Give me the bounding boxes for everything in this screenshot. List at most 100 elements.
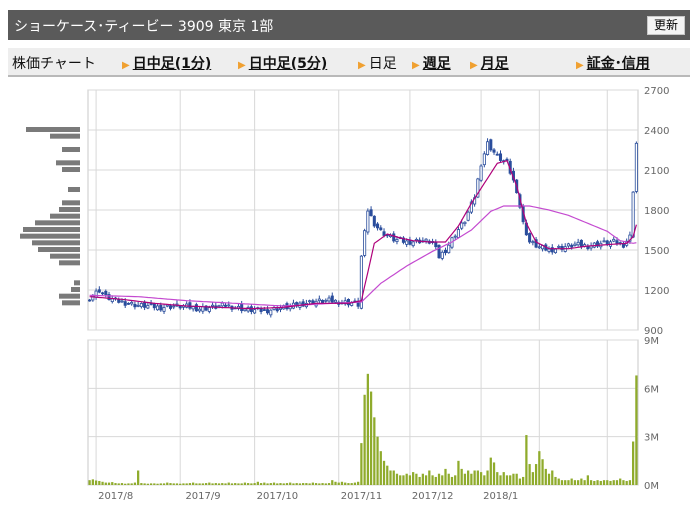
price-candle	[123, 301, 127, 306]
volume-profile-bar	[50, 253, 80, 259]
volume-bar	[373, 417, 376, 485]
volume-bar	[415, 473, 418, 485]
volume-bar	[560, 480, 564, 485]
price-candle	[456, 229, 460, 238]
price-candle	[201, 306, 205, 312]
volume-bar	[457, 460, 460, 485]
volume-bar	[172, 483, 175, 485]
volume-bar	[120, 483, 124, 485]
price-candle	[447, 244, 451, 254]
price-candle	[133, 303, 137, 308]
volume-bar	[615, 480, 619, 485]
volume-bar	[250, 483, 253, 485]
volume-bar	[538, 451, 541, 485]
volume-bar	[143, 483, 146, 485]
volume-bar	[318, 483, 321, 485]
price-candle	[149, 303, 153, 305]
volume-bar	[357, 481, 360, 485]
volume-bar	[156, 483, 159, 485]
volume-bar	[450, 476, 454, 485]
volume-profile-bar	[56, 160, 80, 166]
volume-bar	[234, 483, 237, 485]
date-tick-label: 2017/10	[257, 491, 299, 502]
price-candle	[327, 297, 331, 302]
volume-bar	[107, 482, 111, 485]
volume-bar	[314, 483, 318, 485]
volume-bar	[198, 483, 201, 485]
price-candle	[486, 141, 490, 155]
volume-bar	[104, 482, 107, 485]
volume-bar	[266, 483, 269, 485]
volume-bar	[632, 441, 635, 485]
volume-bar	[589, 480, 593, 485]
volume-bar	[434, 476, 437, 485]
volume-profile-bar	[62, 200, 80, 206]
price-candle	[253, 309, 257, 314]
volume-bar	[169, 483, 172, 485]
volume-bar	[111, 482, 114, 485]
volume-bar	[431, 475, 434, 485]
volume-bar	[263, 482, 266, 485]
volume-bar	[247, 483, 250, 485]
volume-bar	[606, 480, 609, 485]
volume-bar	[577, 480, 580, 485]
volume-bar	[479, 472, 483, 485]
price-candle	[333, 299, 338, 303]
price-candle	[207, 307, 211, 312]
volume-bar	[269, 483, 272, 485]
price-candle	[547, 248, 551, 252]
volume-bar	[289, 482, 292, 485]
price-candle	[220, 302, 224, 307]
price-candle	[278, 307, 283, 310]
price-candle	[405, 240, 409, 245]
volume-tick-label: 6M	[644, 384, 659, 395]
volume-bar	[101, 481, 104, 485]
volume-bar	[124, 483, 127, 485]
volume-bar	[91, 479, 94, 485]
volume-bar	[117, 483, 120, 485]
volume-bar	[454, 475, 457, 485]
price-candle	[266, 309, 270, 314]
price-candle	[104, 290, 108, 295]
price-candle	[460, 222, 464, 229]
volume-bar	[496, 472, 499, 485]
price-candle	[369, 209, 373, 217]
volume-bar	[405, 473, 408, 485]
volume-profile-bar	[50, 133, 80, 139]
volume-bar	[360, 443, 363, 485]
volume-bar	[188, 483, 192, 485]
volume-bar	[492, 462, 496, 485]
price-candle	[168, 305, 173, 309]
date-tick-label: 2017/11	[341, 491, 383, 502]
price-candle	[466, 211, 470, 221]
volume-bar	[376, 436, 379, 485]
price-candle	[489, 139, 493, 151]
volume-bar	[593, 480, 596, 485]
volume-bar	[182, 483, 185, 485]
price-candle	[130, 301, 134, 305]
volume-profile-bar	[20, 233, 80, 239]
volume-bar	[382, 460, 386, 485]
volume-bar	[221, 483, 224, 485]
volume-bar	[609, 480, 612, 485]
volume-bar	[94, 480, 98, 485]
price-candle	[570, 244, 574, 248]
volume-bar	[334, 481, 337, 485]
price-candle	[528, 233, 532, 243]
volume-panel-frame	[87, 339, 639, 486]
volume-bar	[570, 478, 573, 485]
volume-bar	[428, 470, 431, 485]
price-candle	[321, 299, 325, 304]
price-tick-label: 1500	[644, 246, 669, 257]
volume-bar	[208, 482, 211, 485]
volume-bar	[347, 483, 350, 485]
volume-bar	[544, 468, 547, 485]
price-candle	[495, 153, 499, 156]
price-candle	[227, 304, 231, 307]
volume-bar	[237, 483, 240, 485]
price-candle	[136, 304, 140, 307]
volume-profile-bar	[50, 213, 80, 219]
volume-bar	[476, 470, 479, 485]
price-candle	[537, 246, 541, 249]
price-candle	[531, 241, 535, 244]
